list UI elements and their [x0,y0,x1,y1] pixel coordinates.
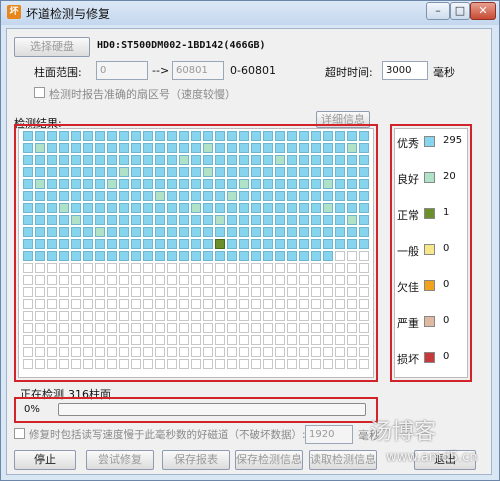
try-repair-button[interactable]: 尝试修复 [86,450,154,470]
range-from-input[interactable]: 0 [96,61,148,80]
range-arrow: --> [152,64,170,77]
watermark-url: www.amd5.cn [386,450,478,465]
select-disk-button[interactable]: 选择硬盘 [14,37,90,57]
grid-highlight [14,124,378,382]
maximize-button[interactable]: □ [450,2,470,20]
legend-highlight [390,124,472,382]
read-info-button[interactable]: 读取检测信息 [309,450,377,470]
timeout-unit: 毫秒 [433,66,455,79]
save-report-button[interactable]: 保存报表 [162,450,230,470]
app-icon: 坏 [7,5,21,19]
save-info-button[interactable]: 保存检测信息 [235,450,303,470]
close-button[interactable]: ✕ [470,2,496,20]
progress-highlight [14,397,378,423]
repair-option-label: 修复时包括读写速度慢于此毫秒数的好磁道（不破坏数据）: [29,429,306,441]
title-bar: 坏 坏道检测与修复 – □ ✕ [1,1,499,25]
repair-threshold-input[interactable]: 1920 [305,425,353,444]
range-to-input[interactable]: 60801 [172,61,224,80]
report-sector-checkbox[interactable] [34,87,45,98]
timeout-label: 超时时间: [325,66,373,79]
range-span: 0-60801 [230,64,276,77]
minimize-button[interactable]: – [426,2,450,20]
timeout-input[interactable]: 3000 [382,61,428,80]
disk-name: HD0:ST500DM002-1BD142(466GB) [97,40,266,51]
report-sector-label: 检测时报告准确的扇区号（速度较慢） [49,88,236,101]
window-title: 坏道检测与修复 [26,7,111,21]
range-label: 柱面范围: [34,66,82,79]
stop-button[interactable]: 停止 [14,450,76,470]
watermark-name: 汤博客 [370,420,437,445]
repair-option-checkbox[interactable] [14,428,25,439]
